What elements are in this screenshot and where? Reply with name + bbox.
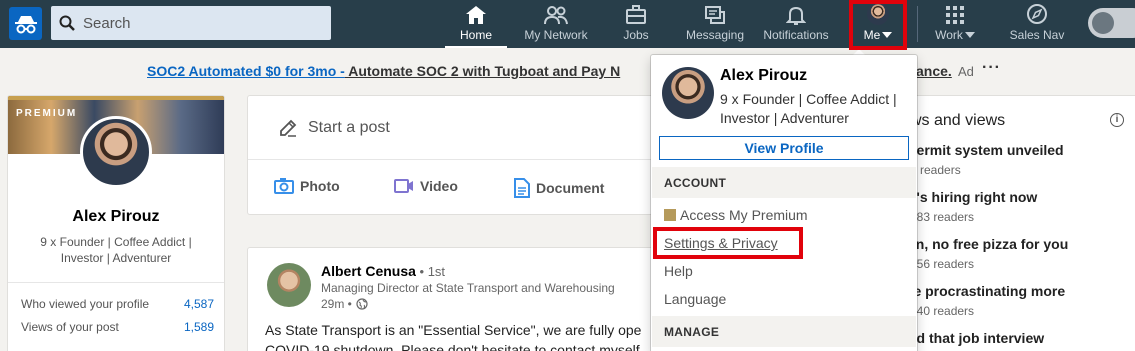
photo-button[interactable]: Photo bbox=[274, 178, 340, 194]
manage-section-header: MANAGE bbox=[652, 316, 916, 347]
nav-notifications[interactable]: Notifications bbox=[758, 0, 834, 48]
pencil-icon bbox=[280, 119, 297, 137]
premium-badge: PREMIUM bbox=[16, 108, 78, 119]
profile-divider bbox=[8, 282, 224, 283]
camera-icon bbox=[274, 178, 294, 194]
profile-avatar[interactable] bbox=[80, 116, 152, 188]
ad-label: Ad bbox=[958, 64, 974, 79]
dropdown-avatar[interactable] bbox=[662, 67, 714, 119]
ad-more-button[interactable]: ··· bbox=[982, 59, 1001, 77]
post-author-name[interactable]: Albert Cenusa bbox=[321, 263, 416, 279]
stat-label: Who viewed your profile bbox=[21, 297, 150, 311]
post-author-headline: Managing Director at State Transport and… bbox=[321, 281, 615, 295]
bell-icon bbox=[786, 6, 806, 25]
news-item[interactable]: o's hiring right now bbox=[908, 189, 1037, 205]
post-body-line: COVID-19 shutdown. Please don't hesitate… bbox=[265, 342, 640, 351]
search-icon bbox=[59, 15, 75, 31]
news-item[interactable]: re procrastinating more bbox=[908, 283, 1065, 299]
search-bar[interactable] bbox=[51, 6, 331, 40]
highlight-settings-box bbox=[653, 227, 803, 259]
nav-my-network-label: My Network bbox=[524, 28, 588, 42]
access-premium-label: Access My Premium bbox=[680, 207, 808, 223]
incognito-toggle[interactable] bbox=[1088, 8, 1135, 38]
premium-strip bbox=[8, 96, 224, 100]
news-meta: 183 readers bbox=[910, 210, 975, 224]
news-meta: 240 readers bbox=[910, 304, 975, 318]
home-icon bbox=[466, 6, 486, 24]
share-box: Start a post Photo Video Document bbox=[248, 96, 668, 214]
news-item[interactable]: permit system unveiled bbox=[908, 142, 1064, 158]
video-icon bbox=[394, 179, 413, 193]
caret-down-icon bbox=[964, 32, 975, 38]
help-item[interactable]: Help bbox=[664, 263, 693, 279]
post-timestamp: 29m • bbox=[321, 297, 352, 311]
search-input[interactable] bbox=[83, 14, 303, 32]
stat-value: 1,589 bbox=[183, 320, 214, 334]
document-icon bbox=[514, 178, 530, 198]
view-profile-button[interactable]: View Profile bbox=[659, 136, 909, 160]
news-item[interactable]: nd that job interview bbox=[908, 330, 1044, 346]
news-meta: 056 readers bbox=[910, 257, 975, 271]
briefcase-icon bbox=[626, 5, 646, 24]
stat-post-views[interactable]: Views of your post 1,589 bbox=[21, 320, 214, 334]
post-body-line: As State Transport is an "Essential Serv… bbox=[265, 322, 642, 338]
nav-sales-nav-label: Sales Nav bbox=[1009, 28, 1065, 42]
stat-profile-viewers[interactable]: Who viewed your profile 4,587 bbox=[21, 297, 214, 311]
stat-value: 4,587 bbox=[183, 297, 214, 311]
nav-jobs[interactable]: Jobs bbox=[610, 0, 662, 48]
ad-link[interactable]: SOC2 Automated $0 for 3mo - bbox=[147, 63, 345, 79]
nav-sales-nav[interactable]: Sales Nav bbox=[1004, 0, 1070, 48]
account-section-header: ACCOUNT bbox=[652, 167, 916, 198]
news-title: ws and views bbox=[910, 112, 1006, 129]
ad-text-end[interactable]: ance. bbox=[916, 63, 952, 79]
nav-divider bbox=[917, 6, 918, 42]
nav-work-label: Work bbox=[935, 28, 963, 42]
highlight-me-box bbox=[849, 0, 907, 50]
post-degree: • 1st bbox=[415, 264, 446, 279]
news-meta: 0 readers bbox=[910, 163, 961, 177]
post-time: 29m • bbox=[321, 297, 368, 311]
info-icon[interactable]: i bbox=[1110, 113, 1124, 127]
nav-messaging-label: Messaging bbox=[685, 28, 745, 42]
post-author-avatar[interactable] bbox=[267, 263, 311, 307]
grid-icon bbox=[946, 6, 964, 24]
start-post-button[interactable]: Start a post bbox=[278, 118, 390, 138]
profile-headline: 9 x Founder | Coffee Addict | Investor |… bbox=[40, 235, 192, 265]
video-button[interactable]: Video bbox=[394, 178, 458, 194]
feed-post: Albert Cenusa • 1st Managing Director at… bbox=[248, 248, 668, 351]
messaging-icon bbox=[705, 6, 725, 24]
nav-home[interactable]: Home bbox=[445, 0, 507, 48]
people-icon bbox=[544, 6, 568, 25]
nav-messaging[interactable]: Messaging bbox=[682, 0, 748, 48]
nav-work[interactable]: Work bbox=[930, 0, 980, 48]
stat-label: Views of your post bbox=[21, 320, 119, 334]
compass-icon bbox=[1027, 4, 1047, 24]
ad-banner[interactable]: SOC2 Automated $0 for 3mo - Automate SOC… bbox=[147, 63, 620, 79]
language-item[interactable]: Language bbox=[664, 291, 726, 307]
photo-label: Photo bbox=[300, 178, 340, 194]
share-divider bbox=[248, 159, 668, 160]
news-item[interactable]: en, no free pizza for you bbox=[908, 236, 1068, 252]
video-label: Video bbox=[420, 178, 458, 194]
access-premium-item[interactable]: Access My Premium bbox=[664, 207, 808, 223]
nav-jobs-label: Jobs bbox=[623, 28, 649, 42]
dropdown-name: Alex Pirouz bbox=[720, 67, 808, 84]
post-author[interactable]: Albert Cenusa • 1st bbox=[321, 263, 445, 279]
profile-card: PREMIUM Alex Pirouz 9 x Founder | Coffee… bbox=[8, 96, 224, 351]
ad-text[interactable]: Automate SOC 2 with Tugboat and Pay N bbox=[345, 63, 620, 79]
document-button[interactable]: Document bbox=[514, 178, 604, 198]
nav-my-network[interactable]: My Network bbox=[516, 0, 596, 48]
start-post-label: Start a post bbox=[308, 119, 390, 136]
top-nav: Home My Network Jobs Messaging Notificat… bbox=[0, 0, 1135, 48]
nav-home-label: Home bbox=[459, 28, 492, 42]
toggle-knob bbox=[1092, 12, 1114, 34]
premium-icon bbox=[664, 209, 676, 221]
profile-name[interactable]: Alex Pirouz bbox=[8, 208, 224, 226]
dropdown-headline: 9 x Founder | Coffee Addict | Investor |… bbox=[720, 91, 897, 126]
nav-notifications-label: Notifications bbox=[763, 28, 829, 42]
globe-icon bbox=[356, 298, 368, 310]
post-body: As State Transport is an "Essential Serv… bbox=[265, 320, 665, 351]
incognito-logo-icon[interactable] bbox=[9, 7, 42, 40]
document-label: Document bbox=[536, 180, 605, 196]
